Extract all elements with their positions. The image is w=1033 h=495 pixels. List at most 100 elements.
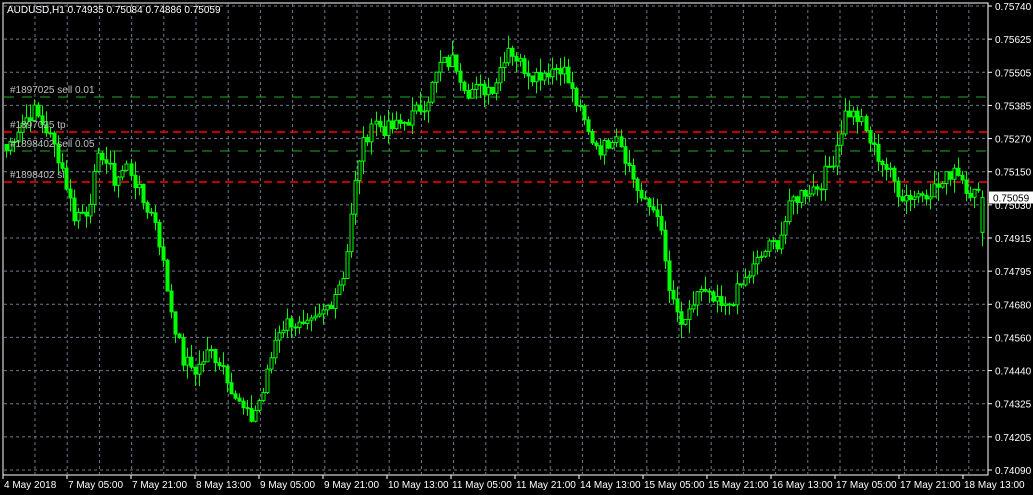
candle-body [606,140,611,149]
candle-body [972,188,977,198]
candle-body [687,308,692,320]
candle-body [739,283,744,286]
candle-body [864,116,869,132]
candle-body [313,315,318,319]
candle-body [510,47,515,57]
candle-body [932,183,937,198]
candle-body [663,229,668,262]
candle-body [193,366,198,375]
candle-body [353,180,358,215]
candle-body [257,400,262,411]
candle-body [333,293,338,309]
candle-body [888,167,893,170]
candle-body [341,277,346,286]
time-tick-label: 17 May 21:00 [900,480,961,491]
candle-body [418,104,423,112]
candle-body [602,140,607,156]
candle-body [482,83,487,96]
candle-body [269,357,274,370]
candle-body [261,392,266,402]
candle-body [598,145,603,156]
candle [763,249,768,258]
candle-body [241,400,246,409]
candle-body [859,116,864,123]
current-price-marker: 0.75059 [989,191,1033,205]
candle-body [173,311,178,335]
price-tick-label: 0.75150 [995,168,1032,179]
candle-body [378,120,383,128]
price-tick-label: 0.74795 [995,267,1032,278]
candle-body [679,311,684,325]
candle-body [454,54,459,72]
candle [442,56,447,63]
candle-body [831,165,836,168]
candle-body [124,163,129,171]
candle-body [181,337,186,366]
candle-body [924,194,929,200]
candle-body [133,174,138,189]
candle-body [349,213,354,253]
candle-body [502,62,507,68]
candle-body [237,397,242,402]
candle-body [627,162,632,167]
candle-body [414,104,419,112]
candle-body [550,68,555,78]
candle-body [365,137,370,143]
candle [864,114,869,133]
price-chart[interactable]: #1897025 sell 0.01 #1897025 tp #1898402 se… [0,0,1033,495]
candle-body [715,296,720,302]
candle-body [157,221,162,248]
candle-body [506,47,511,64]
candle-body [639,189,644,199]
candle-body [92,171,97,205]
candle-body [309,317,314,321]
candle-body [462,81,467,91]
candle-body [225,365,230,384]
candle-body [542,72,547,81]
candle-body [165,259,170,292]
candle-body [578,105,583,108]
candle-body [209,349,214,352]
candle-body [129,163,134,176]
candle-body [767,240,772,252]
order-label: #1897025 tp [10,120,66,131]
candle-body [490,86,495,94]
candle-body [357,160,362,182]
order-label: #1898402 sell 0.05 [10,139,95,150]
candle-body [534,72,539,83]
candle-body [944,171,949,184]
candle-body [623,146,628,164]
candle-body [880,160,885,166]
candle-body [345,251,350,279]
candle-body [361,137,366,162]
candle-body [847,110,852,118]
time-tick-label: 16 May 13:00 [772,480,833,491]
candle-body [466,89,471,99]
candle-body [727,303,732,306]
candle-body [675,298,680,313]
candle-body [908,195,913,200]
candle-body [956,167,961,176]
order-label: #1897025 sell 0.01 [10,85,95,96]
candle-body [382,126,387,136]
price-axis[interactable]: 0.75740 0.75625 0.75505 0.75385 0.75270 0.751… [988,2,1032,477]
price-tick-label: 0.75505 [995,68,1032,79]
time-tick-label: 15 May 05:00 [644,480,705,491]
candle-body [968,192,973,198]
candle-body [631,165,636,180]
candle-body [189,356,194,368]
candle-body [321,309,326,315]
candle-body [470,88,475,99]
candle-body [892,167,897,182]
candle-body [526,72,531,77]
candle-body [896,180,901,198]
candle-body [960,174,965,181]
candle-body [265,368,270,394]
candle-body [153,212,158,223]
candle-body [301,321,306,324]
candle-body [699,289,704,293]
current-price-label: 0.75059 [993,194,1030,205]
candle-body [369,123,374,143]
candle-body [747,275,752,278]
candle-body [619,136,624,148]
